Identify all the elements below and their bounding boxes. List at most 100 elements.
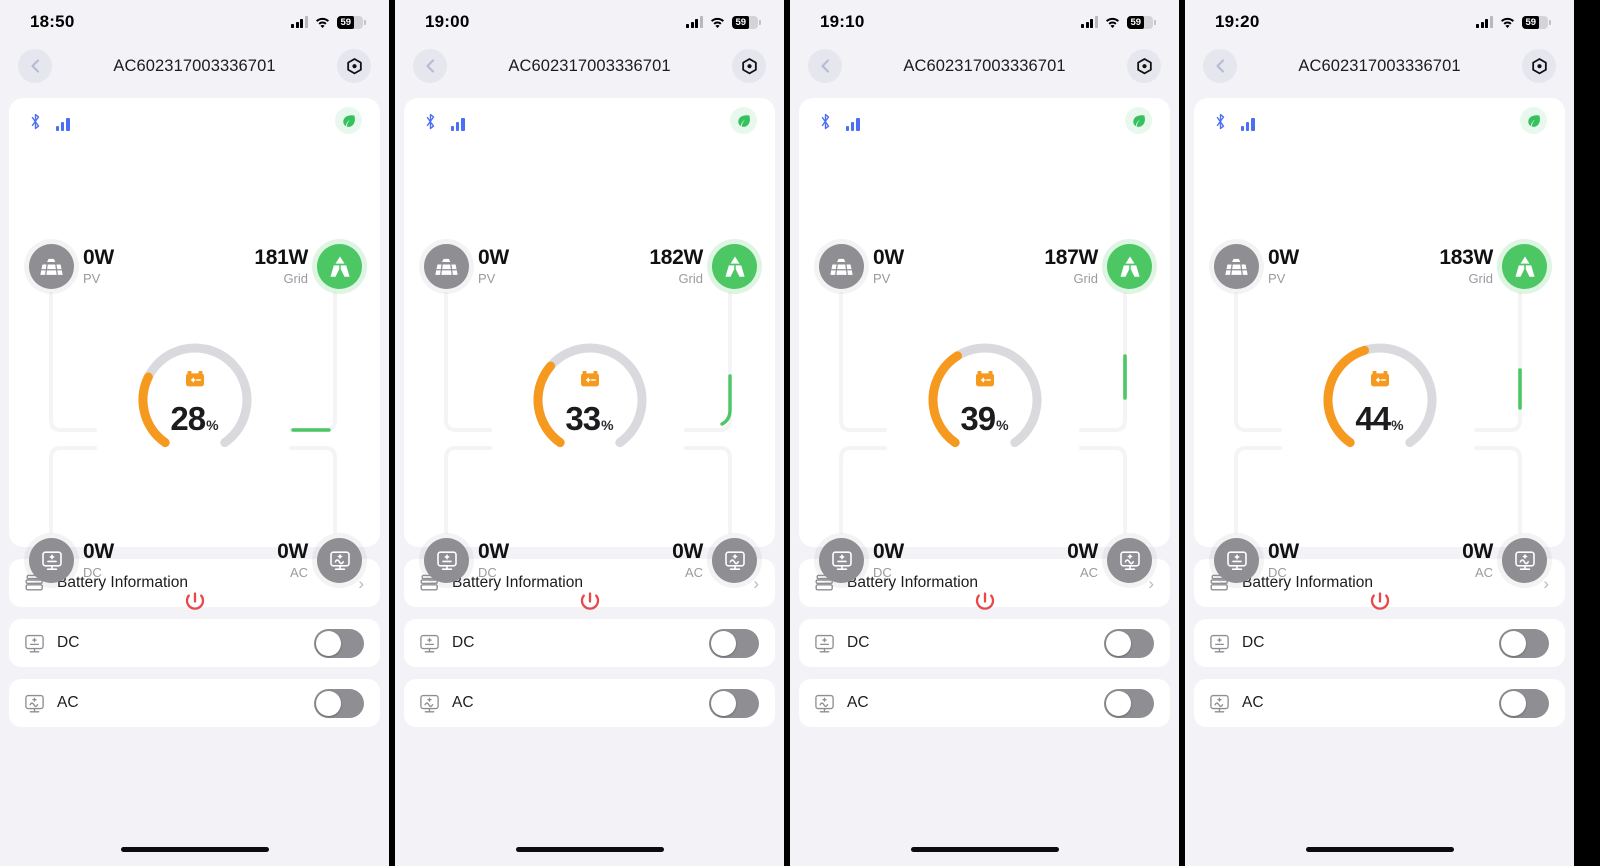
node-pv-value: 0W — [478, 245, 509, 269]
ac-output-icon — [317, 538, 362, 583]
ac-output-icon — [1209, 693, 1230, 714]
phone-panel: 19:10 59 AC602317003336701 0W PV 187W Grid 0W DC… — [790, 0, 1179, 866]
battery-percent-unit: % — [601, 416, 614, 433]
node-pv-label: PV — [1268, 271, 1286, 287]
status-time: 18:50 — [30, 12, 75, 31]
power-button-icon[interactable] — [1366, 589, 1394, 622]
status-bar: 19:20 59 — [1185, 0, 1574, 38]
card-status-icons — [424, 112, 465, 136]
status-time: 19:20 — [1215, 12, 1260, 31]
battery-percent-value: 39 — [960, 399, 996, 437]
list-item[interactable]: AC — [1194, 679, 1565, 727]
card-status-icons — [1214, 112, 1255, 136]
node-grid[interactable]: 187W Grid — [1044, 244, 1152, 289]
list-item[interactable]: DC — [799, 619, 1170, 667]
list-item[interactable]: DC — [9, 619, 380, 667]
list-item[interactable]: DC — [404, 619, 775, 667]
node-ac[interactable]: 0W AC — [277, 538, 362, 583]
nav-bar: AC602317003336701 — [790, 38, 1179, 94]
back-button[interactable] — [808, 49, 842, 83]
wifi-icon — [1104, 16, 1121, 29]
node-dc[interactable]: 0W DC — [29, 538, 114, 583]
power-button-icon[interactable] — [971, 589, 999, 622]
node-dc[interactable]: 0W DC — [819, 538, 904, 583]
power-button-icon[interactable] — [181, 589, 209, 622]
leaf-icon[interactable] — [1125, 107, 1152, 134]
status-battery-icon: 59 — [1127, 15, 1156, 29]
node-ac-label: AC — [1474, 565, 1493, 581]
battery-icon — [1370, 370, 1390, 393]
node-pv[interactable]: 0W PV — [424, 244, 509, 289]
leaf-icon[interactable] — [730, 107, 757, 134]
list-item-label: DC — [1242, 634, 1265, 651]
power-button-icon[interactable] — [576, 589, 604, 622]
toggle-ac[interactable] — [709, 688, 759, 718]
node-ac[interactable]: 0W AC — [1067, 538, 1152, 583]
node-pv[interactable]: 0W PV — [819, 244, 904, 289]
node-pv[interactable]: 0W PV — [1214, 244, 1299, 289]
toggle-dc[interactable] — [1499, 628, 1549, 658]
node-pv-label: PV — [83, 271, 101, 287]
node-dc-value: 0W — [873, 539, 904, 563]
list-item[interactable]: AC — [404, 679, 775, 727]
nav-bar: AC602317003336701 — [1185, 38, 1574, 94]
node-grid[interactable]: 183W Grid — [1439, 244, 1547, 289]
node-grid-value: 183W — [1439, 245, 1493, 269]
settings-button[interactable] — [337, 49, 371, 83]
node-grid-value: 181W — [254, 245, 308, 269]
list-item-label: DC — [847, 634, 870, 651]
node-ac[interactable]: 0W AC — [672, 538, 757, 583]
phone-screenshot-strip: 18:50 59 AC602317003336701 0W PV 181W Grid 0W DC… — [0, 0, 1600, 866]
node-grid[interactable]: 181W Grid — [254, 244, 362, 289]
bluetooth-icon — [424, 112, 437, 136]
leaf-icon[interactable] — [1520, 107, 1547, 134]
energy-flow-card: 0W PV 182W Grid 0W DC 0W AC 33% — [404, 98, 775, 610]
dc-output-icon — [424, 538, 469, 583]
node-grid[interactable]: 182W Grid — [649, 244, 757, 289]
battery-gauge: 44% — [1316, 336, 1444, 464]
toggle-dc[interactable] — [1104, 628, 1154, 658]
back-button[interactable] — [18, 49, 52, 83]
list-item[interactable]: AC — [9, 679, 380, 727]
toggle-ac[interactable] — [314, 688, 364, 718]
settings-button[interactable] — [1522, 49, 1556, 83]
node-ac-value: 0W — [1067, 539, 1098, 563]
list-item-label: AC — [452, 694, 474, 711]
node-dc[interactable]: 0W DC — [1214, 538, 1299, 583]
node-pv[interactable]: 0W PV — [29, 244, 114, 289]
battery-gauge: 39% — [921, 336, 1049, 464]
settings-button[interactable] — [1127, 49, 1161, 83]
nav-bar: AC602317003336701 — [0, 38, 389, 94]
list-item[interactable]: DC — [1194, 619, 1565, 667]
settings-button[interactable] — [732, 49, 766, 83]
list-item-label: AC — [847, 694, 869, 711]
battery-icon — [185, 370, 205, 393]
list-item[interactable]: AC — [799, 679, 1170, 727]
battery-gauge: 33% — [526, 336, 654, 464]
device-signal-icon — [846, 117, 860, 131]
status-battery-icon: 59 — [1522, 15, 1551, 29]
status-battery-icon: 59 — [732, 15, 761, 29]
back-button[interactable] — [1203, 49, 1237, 83]
toggle-ac[interactable] — [1104, 688, 1154, 718]
node-pv-value: 0W — [1268, 245, 1299, 269]
battery-percent-value: 44 — [1355, 399, 1391, 437]
status-bar: 19:00 59 — [395, 0, 784, 38]
back-button[interactable] — [413, 49, 447, 83]
node-ac[interactable]: 0W AC — [1462, 538, 1547, 583]
node-dc-label: DC — [873, 565, 892, 581]
nav-bar: AC602317003336701 — [395, 38, 784, 94]
wifi-icon — [1499, 16, 1516, 29]
leaf-icon[interactable] — [335, 107, 362, 134]
toggle-dc[interactable] — [314, 628, 364, 658]
node-ac-label: AC — [1079, 565, 1098, 581]
battery-gauge: 28% — [131, 336, 259, 464]
toggle-ac[interactable] — [1499, 688, 1549, 718]
page-title: AC602317003336701 — [1298, 56, 1461, 75]
toggle-dc[interactable] — [709, 628, 759, 658]
solar-panel-icon — [424, 244, 469, 289]
node-dc[interactable]: 0W DC — [424, 538, 509, 583]
signal-bars-icon — [1081, 16, 1098, 28]
status-battery-percent: 59 — [340, 16, 352, 28]
device-signal-icon — [56, 117, 70, 131]
